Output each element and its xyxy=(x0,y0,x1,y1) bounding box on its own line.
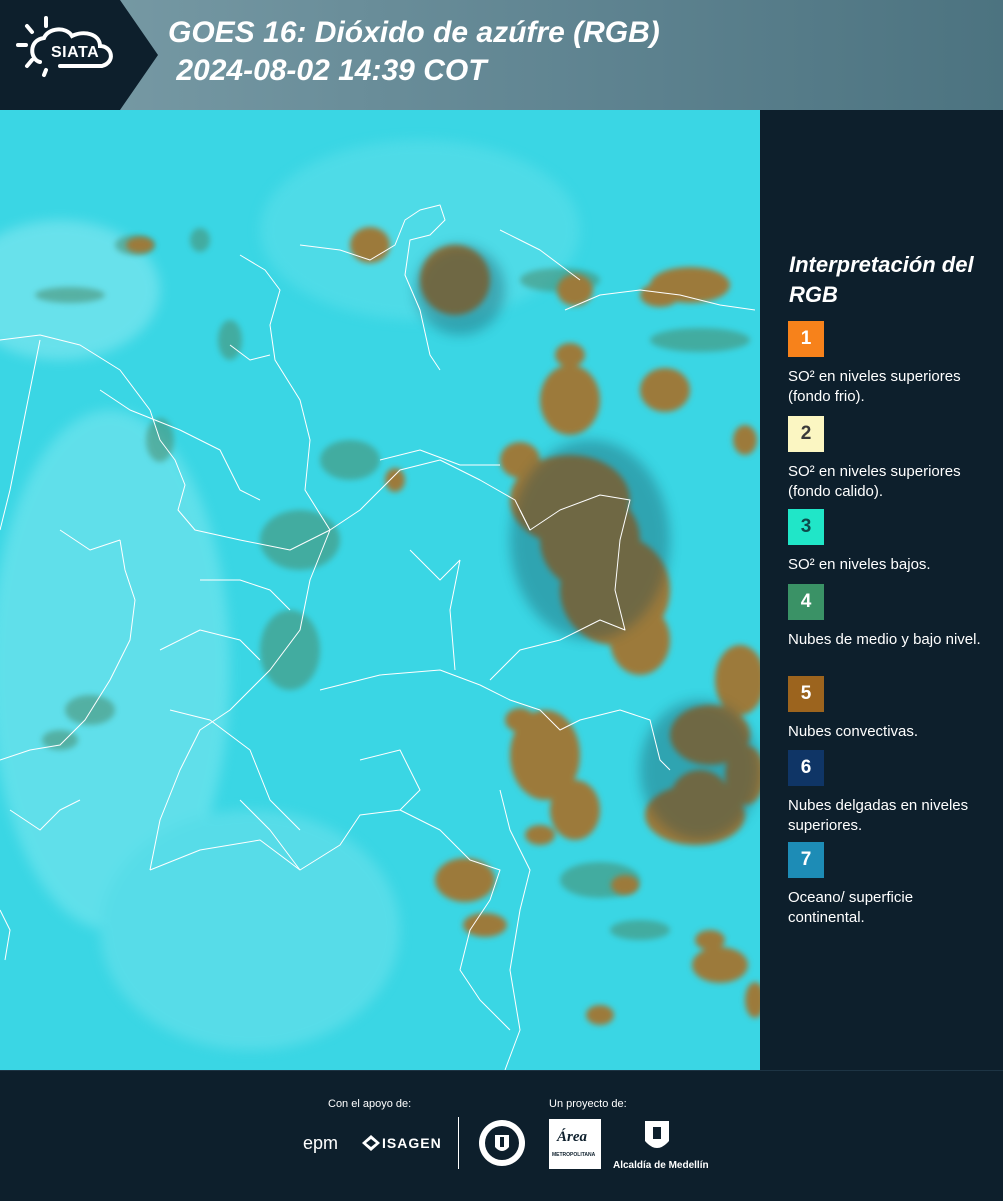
project-label: Un proyecto de: xyxy=(549,1098,627,1110)
legend-item-4: 4 Nubes de medio y bajo nivel. xyxy=(788,584,988,650)
footer-divider xyxy=(458,1117,459,1169)
epm-logo: epm xyxy=(303,1133,339,1153)
legend-item-7: 7 Oceano/ superficie continental. xyxy=(788,842,988,928)
legend-label-4: Nubes de medio y bajo nivel. xyxy=(788,631,981,648)
legend-swatch-2: 2 xyxy=(788,416,824,452)
page-title: GOES 16: Dióxido de azúfre (RGB) 2024-08… xyxy=(168,14,660,90)
area-metropolitana-logo: Área METROPOLITANA xyxy=(549,1119,601,1169)
legend-label-5: Nubes convectivas. xyxy=(788,723,919,740)
legend-panel: Interpretación del RGB 1 SO² en niveles … xyxy=(760,110,1003,1070)
legend-swatch-1: 1 xyxy=(788,321,824,357)
legend-label-2: SO² en niveles superiores (fondo calido)… xyxy=(788,463,961,500)
legend-label-1: SO² en niveles superiores (fondo frio). xyxy=(788,368,961,405)
isagen-icon xyxy=(362,1135,380,1156)
footer: Con el apoyo de: Un proyecto de: epm ISA… xyxy=(0,1070,1003,1201)
legend-item-1: 1 SO² en niveles superiores (fondo frio)… xyxy=(788,321,988,407)
header: SIATA GOES 16: Dióxido de azúfre (RGB) 2… xyxy=(0,0,1003,110)
title-line-1: GOES 16: Dióxido de azúfre (RGB) xyxy=(168,16,660,49)
legend-label-3: SO² en niveles bajos. xyxy=(788,556,931,573)
legend-title: Interpretación del RGB xyxy=(789,252,974,307)
medellin-seal-icon xyxy=(478,1119,526,1172)
legend-swatch-6: 6 xyxy=(788,750,824,786)
legend-swatch-4: 4 xyxy=(788,584,824,620)
legend-item-3: 3 SO² en niveles bajos. xyxy=(788,509,988,575)
siata-logo: SIATA xyxy=(0,0,150,110)
legend-swatch-7: 7 xyxy=(788,842,824,878)
title-line-2: 2024-08-02 14:39 COT xyxy=(168,54,487,87)
legend-label-7: Oceano/ superficie continental. xyxy=(788,889,914,926)
isagen-logo: ISAGEN xyxy=(382,1135,442,1151)
legend-item-5: 5 Nubes convectivas. xyxy=(788,676,988,742)
support-label: Con el apoyo de: xyxy=(328,1098,412,1110)
siata-logo-text: SIATA xyxy=(51,44,100,61)
satellite-map xyxy=(0,110,760,1070)
map-image xyxy=(0,110,760,1070)
legend-swatch-5: 5 xyxy=(788,676,824,712)
legend-label-6: Nubes delgadas en niveles superiores. xyxy=(788,797,969,834)
alcaldia-text: Alcaldía de Medellín xyxy=(613,1160,709,1171)
legend-item-2: 2 SO² en niveles superiores (fondo calid… xyxy=(788,416,988,502)
alcaldia-seal-icon xyxy=(643,1119,671,1160)
legend-item-6: 6 Nubes delgadas en niveles superiores. xyxy=(788,750,988,836)
area-logo-text: Área xyxy=(557,1129,587,1145)
area-logo-sub: METROPOLITANA xyxy=(552,1152,596,1158)
legend-swatch-3: 3 xyxy=(788,509,824,545)
